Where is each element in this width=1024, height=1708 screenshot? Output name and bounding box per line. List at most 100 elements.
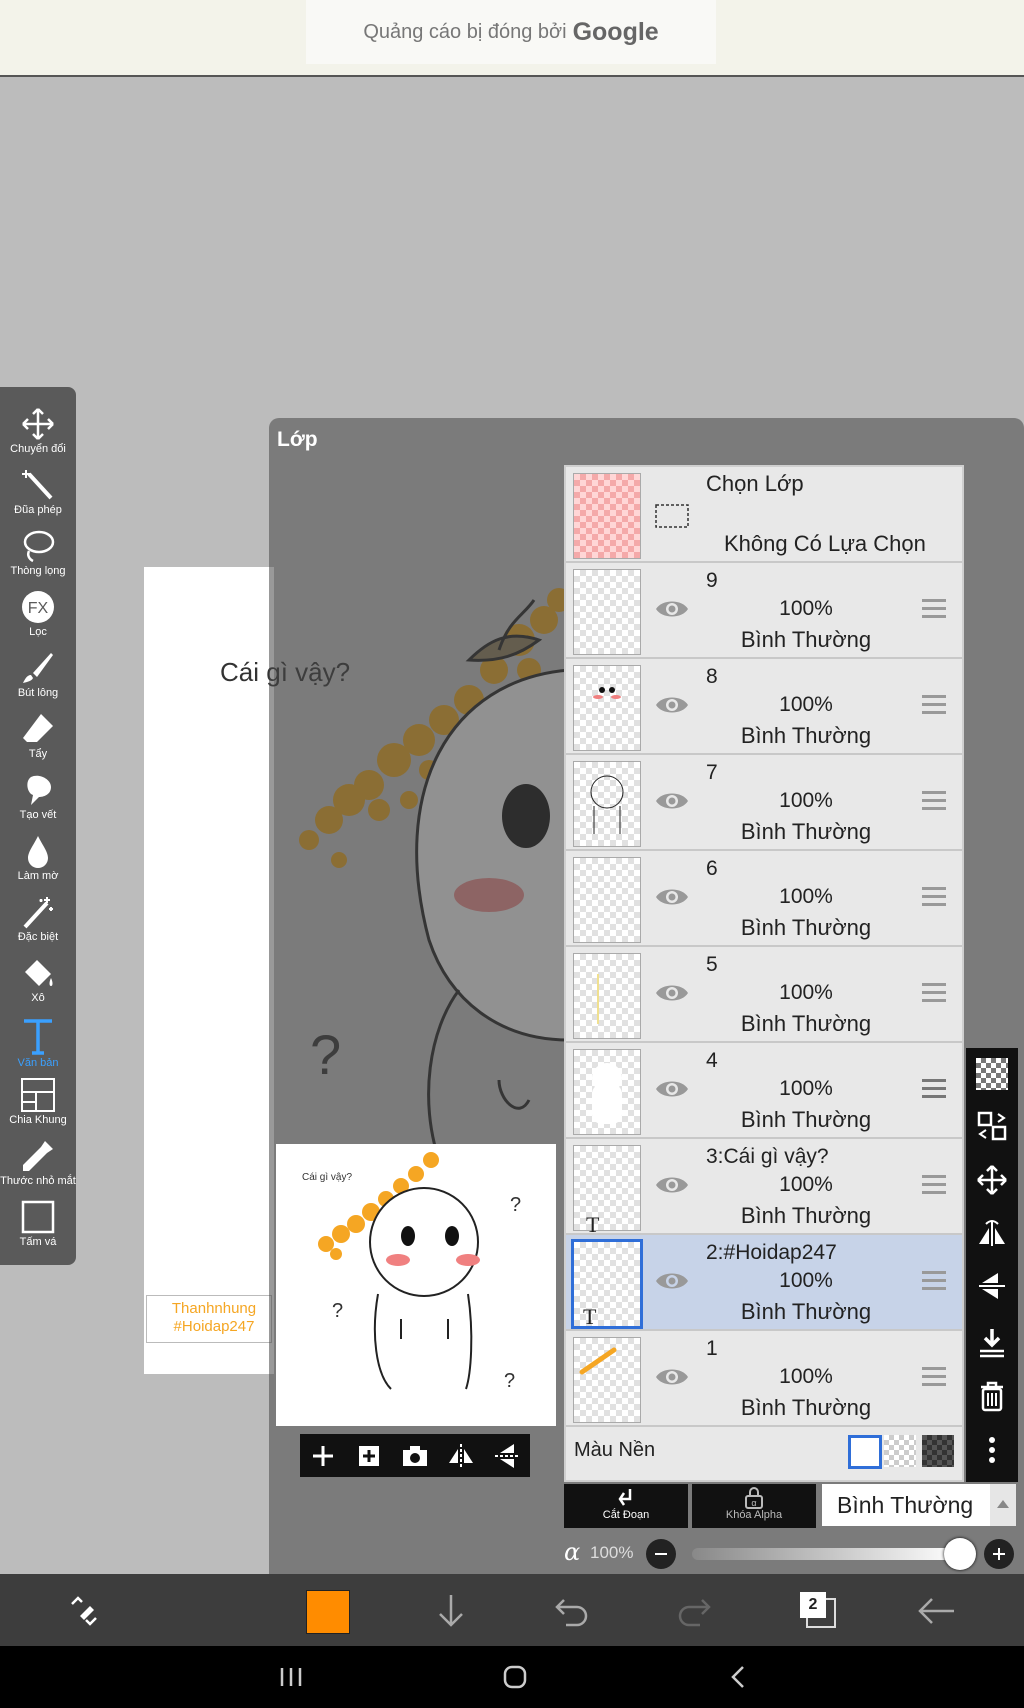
layer-blend-mode: Bình Thường: [740, 1395, 872, 1420]
tool-lasso[interactable]: Thòng lọng: [0, 519, 76, 579]
layer-thumbnail[interactable]: T: [573, 1145, 641, 1237]
layer-thumbnail[interactable]: [573, 569, 641, 655]
drag-handle-icon[interactable]: [922, 1079, 946, 1099]
tool-special[interactable]: Đặc biệt: [0, 885, 76, 945]
arrow-down-icon[interactable]: [434, 1592, 468, 1630]
layer-row-1[interactable]: 1 100% Bình Thường: [566, 1331, 962, 1427]
minus-icon: [655, 1553, 667, 1555]
more-options-icon[interactable]: [976, 1434, 1008, 1466]
flip-layer-vertical-icon[interactable]: [976, 1270, 1008, 1302]
layer-thumbnail[interactable]: [573, 1337, 641, 1423]
camera-button[interactable]: [400, 1441, 430, 1471]
blend-mode-dropdown[interactable]: [990, 1484, 1016, 1526]
flip-layer-horizontal-icon[interactable]: [976, 1218, 1008, 1250]
layer-row-7[interactable]: 7 100% Bình Thường: [566, 755, 962, 851]
home-icon[interactable]: [500, 1662, 530, 1692]
tool-magic-wand[interactable]: Đũa phép: [0, 458, 76, 518]
layer-row-9[interactable]: 9 100% Bình Thường: [566, 563, 962, 659]
layer-dialog-title: Lớp: [277, 428, 318, 451]
bg-white-swatch[interactable]: [848, 1435, 882, 1469]
layer-thumbnail[interactable]: [573, 665, 641, 751]
drag-handle-icon[interactable]: [922, 887, 946, 907]
flip-horizontal-button[interactable]: [446, 1441, 476, 1471]
opacity-decrease-button[interactable]: [646, 1539, 676, 1569]
eye-icon[interactable]: [654, 1269, 690, 1293]
blend-mode-select[interactable]: Bình Thường: [822, 1484, 990, 1526]
recent-apps-icon[interactable]: [276, 1662, 306, 1692]
eye-icon[interactable]: [654, 789, 690, 813]
bg-transparent-swatch[interactable]: [884, 1435, 916, 1467]
drag-handle-icon[interactable]: [922, 1271, 946, 1291]
add-layer-button[interactable]: [308, 1441, 338, 1471]
select-layer-row[interactable]: Chọn Lớp Không Có Lựa Chọn: [566, 467, 962, 563]
eye-icon[interactable]: [654, 597, 690, 621]
drag-handle-icon[interactable]: [922, 791, 946, 811]
eye-icon[interactable]: [654, 693, 690, 717]
layer-row-3[interactable]: T 3:Cái gì vậy? 100% Bình Thường: [566, 1139, 962, 1237]
tool-brush[interactable]: Bút lông: [0, 641, 76, 701]
layer-name: 5: [706, 953, 718, 976]
eye-icon[interactable]: [654, 1173, 690, 1197]
undo-icon[interactable]: [554, 1594, 590, 1628]
add-special-layer-button[interactable]: [354, 1441, 384, 1471]
back-arrow-icon[interactable]: [916, 1594, 956, 1628]
bg-dark-swatch[interactable]: [922, 1435, 954, 1467]
nav-back-icon[interactable]: [724, 1662, 754, 1692]
layer-name: 1: [706, 1337, 718, 1360]
tool-bucket[interactable]: Xô: [0, 946, 76, 1006]
opacity-slider-track[interactable]: [692, 1548, 960, 1560]
layer-row-8[interactable]: 8 100% Bình Thường: [566, 659, 962, 755]
redo-icon[interactable]: [676, 1594, 712, 1628]
tool-eraser[interactable]: Tẩy: [0, 702, 76, 762]
svg-text:α: α: [751, 1498, 756, 1508]
canvas-thumbnail[interactable]: Cái gì vậy? ? ? ?: [276, 1144, 556, 1426]
layer-row-5[interactable]: 5 100% Bình Thường: [566, 947, 962, 1043]
opacity-increase-button[interactable]: [984, 1539, 1014, 1569]
eye-icon[interactable]: [654, 885, 690, 909]
clipping-button[interactable]: Cắt Đoạn: [564, 1484, 688, 1528]
layer-thumbnail[interactable]: [573, 1049, 641, 1135]
tool-canvas[interactable]: Tấm vá: [0, 1190, 76, 1250]
layer-row-2[interactable]: T 2:#Hoidap247 100% Bình Thường: [566, 1235, 962, 1331]
move-layer-icon[interactable]: [976, 1164, 1008, 1196]
flip-vertical-button[interactable]: [492, 1441, 522, 1471]
transform-tool-icon[interactable]: [66, 1594, 102, 1628]
drag-handle-icon[interactable]: [922, 1175, 946, 1195]
tool-filter[interactable]: FX Lọc: [0, 580, 76, 640]
opacity-slider-thumb[interactable]: [944, 1538, 976, 1570]
drag-handle-icon[interactable]: [922, 1367, 946, 1387]
layer-thumbnail[interactable]: [573, 761, 641, 847]
merge-down-icon[interactable]: [976, 1326, 1008, 1358]
tool-text[interactable]: Văn bản: [0, 1007, 76, 1069]
drag-handle-icon[interactable]: [922, 695, 946, 715]
text-icon: [24, 1019, 52, 1055]
tool-blur[interactable]: Làm mờ: [0, 824, 76, 884]
layer-thumbnail[interactable]: T: [571, 1239, 643, 1329]
signature-text[interactable]: Thanhnhung #Hoidap247: [150, 1300, 278, 1336]
primary-color-swatch[interactable]: [306, 1590, 350, 1634]
transparency-icon[interactable]: [976, 1058, 1008, 1090]
text-layer-icon: T: [583, 1304, 597, 1329]
tool-smudge[interactable]: Tạo vết: [0, 763, 76, 823]
canvas-paper[interactable]: [144, 567, 274, 1374]
thumb-art: [592, 1063, 622, 1124]
plus-icon: [313, 1446, 333, 1466]
trash-icon[interactable]: [976, 1380, 1008, 1412]
eye-icon[interactable]: [654, 1365, 690, 1389]
layer-blend-mode: Bình Thường: [740, 1299, 872, 1324]
layer-thumbnail[interactable]: [573, 857, 641, 943]
canvas-icon: [21, 1200, 55, 1234]
layer-row-6[interactable]: 6 100% Bình Thường: [566, 851, 962, 947]
tool-transform[interactable]: Chuyển đổi: [0, 397, 76, 457]
drag-handle-icon[interactable]: [922, 983, 946, 1003]
layer-row-4[interactable]: 4 100% Bình Thường: [566, 1043, 962, 1139]
drag-handle-icon[interactable]: [922, 599, 946, 619]
eye-icon[interactable]: [654, 981, 690, 1005]
merge-layers-icon[interactable]: [976, 1110, 1008, 1142]
eye-icon[interactable]: [654, 1077, 690, 1101]
alpha-lock-button[interactable]: α Khóa Alpha: [692, 1484, 816, 1528]
layer-thumbnail[interactable]: [573, 953, 641, 1039]
layers-count-button[interactable]: 2: [798, 1590, 836, 1628]
tool-eyedropper[interactable]: Thước nhỏ mắt: [0, 1129, 76, 1189]
tool-frame-divider[interactable]: Chia Khung: [0, 1068, 76, 1128]
